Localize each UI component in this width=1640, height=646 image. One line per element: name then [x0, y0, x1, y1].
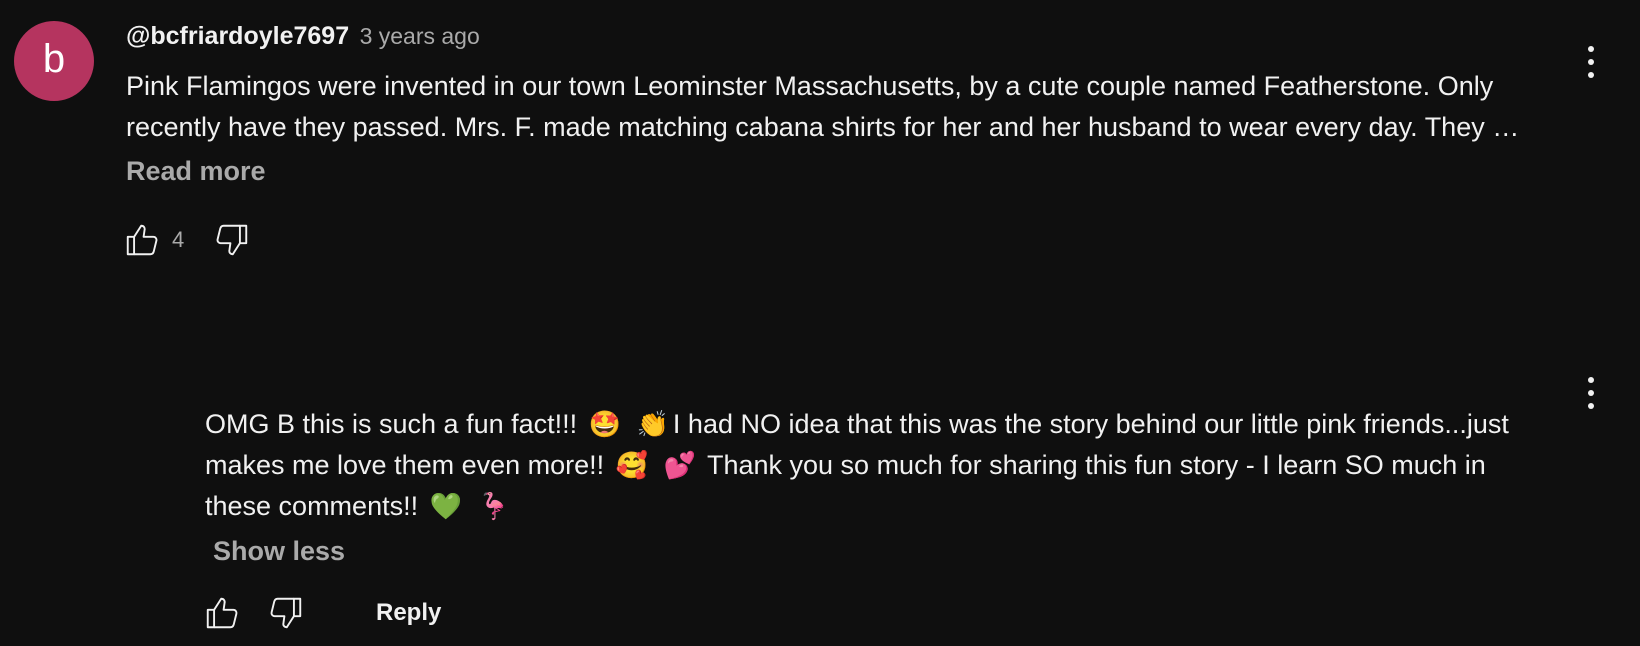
clapping-emoji: 👏	[636, 410, 669, 440]
reply-text-segment: OMG B this is such a fun fact!!!	[205, 409, 578, 439]
comment-thread: b @bcfriardoyle7697 3 years ago Pink Fla…	[0, 0, 1640, 646]
reply-dislike-button[interactable]	[266, 593, 306, 633]
avatar-letter: b	[42, 37, 66, 81]
star-struck-emoji: 🤩	[588, 410, 622, 440]
thumbs-down-icon	[216, 224, 248, 256]
reply-menu-button[interactable]	[1581, 377, 1601, 409]
reply-action-bar: Reply	[202, 593, 441, 633]
reply-text-segment: I had NO idea that this was the story be…	[672, 409, 1509, 439]
smiling-face-with-hearts-emoji: 🥰	[615, 451, 649, 481]
comment-menu-button[interactable]	[1581, 46, 1601, 78]
read-more-button[interactable]: Read more	[126, 156, 266, 187]
reply-text-segment: makes me love them even more!!	[205, 450, 605, 480]
dislike-button[interactable]	[212, 220, 252, 260]
more-vertical-icon	[1588, 46, 1594, 52]
more-vertical-icon	[1588, 377, 1594, 383]
reply-button[interactable]: Reply	[376, 599, 441, 627]
like-button[interactable]	[122, 220, 162, 260]
comment-text: Pink Flamingos were invented in our town…	[126, 66, 1561, 148]
thumbs-up-icon	[126, 224, 158, 256]
reply-text-segment: Thank you so much for sharing this fun s…	[706, 450, 1486, 480]
show-less-button[interactable]: Show less	[213, 536, 345, 567]
comment-text-line: Pink Flamingos were invented in our town…	[126, 71, 1494, 101]
thumbs-up-icon	[206, 597, 238, 629]
comment-action-bar: 4	[122, 220, 252, 260]
green-heart-emoji: 💚	[429, 492, 462, 522]
reply-text-line: these comments!! 💚 🦩	[205, 486, 1575, 527]
thumbs-down-icon	[270, 597, 302, 629]
avatar[interactable]: b	[14, 21, 94, 101]
like-count: 4	[172, 227, 185, 252]
reply-text: OMG B this is such a fun fact!!! 🤩 👏 I ha…	[205, 404, 1575, 527]
flamingo-emoji: 🦩	[477, 492, 510, 522]
reply-like-button[interactable]	[202, 593, 242, 633]
two-hearts-emoji: 💕	[663, 451, 696, 481]
comment-author[interactable]: @bcfriardoyle7697	[126, 22, 349, 50]
reply-text-line: makes me love them even more!! 🥰 💕 Thank…	[205, 445, 1575, 486]
comment-header: @bcfriardoyle7697 3 years ago	[126, 22, 480, 51]
comment-timestamp[interactable]: 3 years ago	[360, 23, 480, 49]
reply-text-line: OMG B this is such a fun fact!!! 🤩 👏 I ha…	[205, 404, 1575, 445]
reply-text-segment: these comments!!	[205, 491, 419, 521]
comment-text-line: recently have they passed. Mrs. F. made …	[126, 112, 1520, 142]
